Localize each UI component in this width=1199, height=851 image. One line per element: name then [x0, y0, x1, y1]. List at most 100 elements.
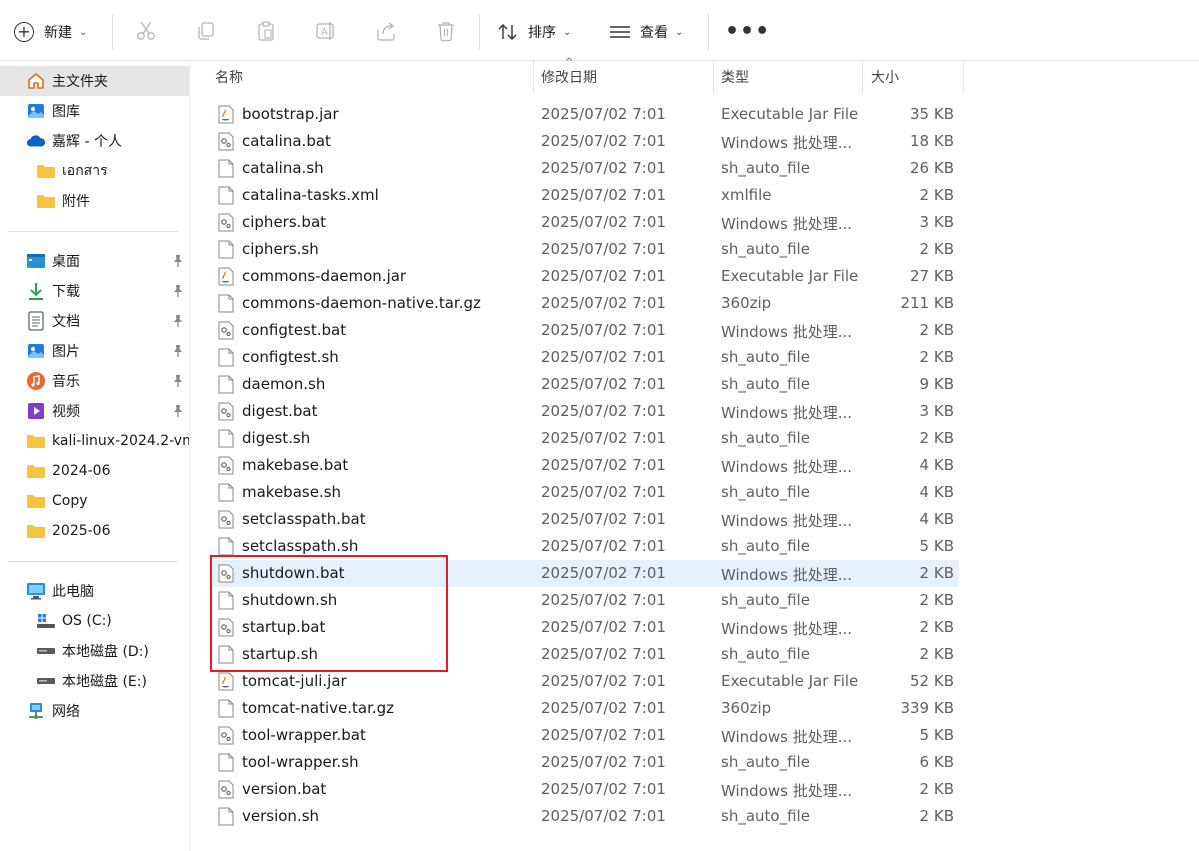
- file-row[interactable]: commons-daemon-native.tar.gz 2025/07/02 7…: [211, 290, 959, 317]
- nav-drive-e[interactable]: 本地磁盘 (E:): [0, 666, 189, 696]
- file-size: 2 KB: [919, 240, 954, 258]
- batch-file-icon: [218, 780, 234, 799]
- file-row[interactable]: commons-daemon.jar 2025/07/02 7:01 Executa…: [211, 263, 959, 290]
- pin-icon[interactable]: [172, 404, 184, 418]
- pin-icon[interactable]: [172, 254, 184, 268]
- new-button-label: 新建: [44, 25, 72, 41]
- file-row[interactable]: version.sh 2025/07/02 7:01 sh_auto_file 2 K…: [211, 803, 959, 830]
- file-name: makebase.bat: [242, 456, 349, 474]
- nav-quick-access-item[interactable]: 下载: [0, 276, 189, 306]
- file-type: 360zip: [721, 699, 772, 717]
- nav-drive-c[interactable]: OS (C:): [0, 606, 189, 636]
- download-icon: [26, 281, 46, 301]
- nav-this-pc[interactable]: 此电脑: [0, 576, 189, 606]
- nav-quick-access-item[interactable]: 图片: [0, 336, 189, 366]
- generic-file-icon: [218, 645, 234, 664]
- nav-quick-access-item[interactable]: 2025-06: [0, 516, 189, 546]
- batch-file-icon: [218, 510, 234, 529]
- nav-quick-access-item[interactable]: 视频: [0, 396, 189, 426]
- paste-icon[interactable]: [255, 20, 277, 42]
- file-modified-date: 2025/07/02 7:01: [541, 240, 666, 258]
- file-row[interactable]: ciphers.bat 2025/07/02 7:01 Windows 批处理...…: [211, 209, 959, 236]
- file-row[interactable]: digest.sh 2025/07/02 7:01 sh_auto_file 2 KB: [211, 425, 959, 452]
- file-type: sh_auto_file: [721, 591, 810, 609]
- file-name: ciphers.bat: [242, 213, 327, 231]
- file-type: Windows 批处理...: [721, 620, 853, 638]
- generic-file-icon: [218, 483, 234, 502]
- file-type: xmlfile: [721, 186, 772, 204]
- column-name-header[interactable]: 名称: [215, 61, 533, 93]
- file-size: 26 KB: [910, 159, 954, 177]
- nav-home[interactable]: 主文件夹: [0, 66, 189, 96]
- file-row[interactable]: configtest.sh 2025/07/02 7:01 sh_auto_file…: [211, 344, 959, 371]
- file-name: commons-daemon.jar: [242, 267, 407, 285]
- nav-quick-access-item[interactable]: 文档: [0, 306, 189, 336]
- nav-network[interactable]: 网络: [0, 696, 189, 726]
- new-button[interactable]: + 新建 ⌄: [14, 14, 87, 50]
- toolbar-divider: [479, 14, 480, 50]
- column-resize-handle[interactable]: [533, 61, 534, 93]
- file-row[interactable]: setclasspath.bat 2025/07/02 7:01 Windows 批…: [211, 506, 959, 533]
- file-type: Executable Jar File: [721, 267, 859, 285]
- file-name: digest.bat: [242, 402, 318, 420]
- file-row[interactable]: digest.bat 2025/07/02 7:01 Windows 批处理... 3…: [211, 398, 959, 425]
- file-name: configtest.bat: [242, 321, 347, 339]
- file-row[interactable]: tool-wrapper.sh 2025/07/02 7:01 sh_auto_fi…: [211, 749, 959, 776]
- file-row[interactable]: startup.sh 2025/07/02 7:01 sh_auto_file 2 K…: [211, 641, 959, 668]
- file-row[interactable]: configtest.bat 2025/07/02 7:01 Windows 批处理…: [211, 317, 959, 344]
- nav-quick-access-item[interactable]: Copy: [0, 486, 189, 516]
- nav-onedrive-folder[interactable]: 附件: [0, 186, 189, 216]
- file-row[interactable]: setclasspath.sh 2025/07/02 7:01 sh_auto_fi…: [211, 533, 959, 560]
- batch-file-icon: [218, 618, 234, 637]
- nav-quick-access-item[interactable]: 2024-06: [0, 456, 189, 486]
- column-resize-handle[interactable]: [713, 61, 714, 93]
- nav-quick-access-item[interactable]: 桌面: [0, 246, 189, 276]
- pin-icon[interactable]: [172, 344, 184, 358]
- column-type-header[interactable]: 类型: [721, 61, 861, 93]
- delete-icon[interactable]: [435, 20, 457, 42]
- file-type: Executable Jar File: [721, 672, 859, 690]
- file-row[interactable]: startup.bat 2025/07/02 7:01 Windows 批处理...…: [211, 614, 959, 641]
- rename-icon[interactable]: A: [315, 20, 337, 42]
- more-options-button[interactable]: •••: [725, 13, 770, 49]
- column-size-header[interactable]: 大小: [871, 61, 961, 93]
- column-resize-handle[interactable]: [963, 61, 964, 93]
- nav-onedrive[interactable]: 嘉辉 - 个人: [0, 126, 189, 156]
- column-resize-handle[interactable]: [862, 61, 863, 93]
- generic-file-icon: [218, 348, 234, 367]
- command-bar: + 新建 ⌄ A 排序 ⌄ 查看 ⌄ •••: [0, 0, 1199, 61]
- file-row[interactable]: ciphers.sh 2025/07/02 7:01 sh_auto_file 2 K…: [211, 236, 959, 263]
- file-row[interactable]: tool-wrapper.bat 2025/07/02 7:01 Windows 批…: [211, 722, 959, 749]
- file-row[interactable]: version.bat 2025/07/02 7:01 Windows 批处理...…: [211, 776, 959, 803]
- file-row[interactable]: daemon.sh 2025/07/02 7:01 sh_auto_file 9 KB: [211, 371, 959, 398]
- nav-onedrive-folder[interactable]: เอกสาร: [0, 156, 189, 186]
- nav-onedrive-folder-label: เอกสาร: [62, 163, 108, 179]
- sort-button[interactable]: 排序 ⌄: [497, 14, 571, 50]
- file-name: ciphers.sh: [242, 240, 319, 258]
- file-modified-date: 2025/07/02 7:01: [541, 267, 666, 285]
- pin-icon[interactable]: [172, 374, 184, 388]
- file-row[interactable]: makebase.bat 2025/07/02 7:01 Windows 批处理..…: [211, 452, 959, 479]
- column-date-header[interactable]: 修改日期: [541, 61, 713, 93]
- cut-icon[interactable]: [135, 20, 157, 42]
- nav-drive-label: 本地磁盘 (E:): [62, 674, 147, 690]
- file-row[interactable]: makebase.sh 2025/07/02 7:01 sh_auto_file 4 …: [211, 479, 959, 506]
- file-row[interactable]: tomcat-native.tar.gz 2025/07/02 7:01 360zi…: [211, 695, 959, 722]
- nav-quick-access-item[interactable]: kali-linux-2024.2-vm: [0, 426, 189, 456]
- copy-icon[interactable]: [195, 20, 217, 42]
- view-button[interactable]: 查看 ⌄: [608, 14, 683, 50]
- nav-drive-d[interactable]: 本地磁盘 (D:): [0, 636, 189, 666]
- jar-file-icon: [218, 105, 234, 124]
- pin-icon[interactable]: [172, 314, 184, 328]
- file-row[interactable]: shutdown.sh 2025/07/02 7:01 sh_auto_file 2 …: [211, 587, 959, 614]
- nav-quick-access-item[interactable]: 音乐: [0, 366, 189, 396]
- file-row[interactable]: shutdown.bat 2025/07/02 7:01 Windows 批处理..…: [211, 560, 959, 587]
- share-icon[interactable]: [375, 20, 397, 42]
- file-row[interactable]: tomcat-juli.jar 2025/07/02 7:01 Executable…: [211, 668, 959, 695]
- nav-gallery[interactable]: 图库: [0, 96, 189, 126]
- pin-icon[interactable]: [172, 284, 184, 298]
- file-row[interactable]: catalina.bat 2025/07/02 7:01 Windows 批处理..…: [211, 128, 959, 155]
- file-row[interactable]: bootstrap.jar 2025/07/02 7:01 Executable J…: [211, 101, 959, 128]
- file-row[interactable]: catalina-tasks.xml 2025/07/02 7:01 xmlfile…: [211, 182, 959, 209]
- file-row[interactable]: catalina.sh 2025/07/02 7:01 sh_auto_file 26…: [211, 155, 959, 182]
